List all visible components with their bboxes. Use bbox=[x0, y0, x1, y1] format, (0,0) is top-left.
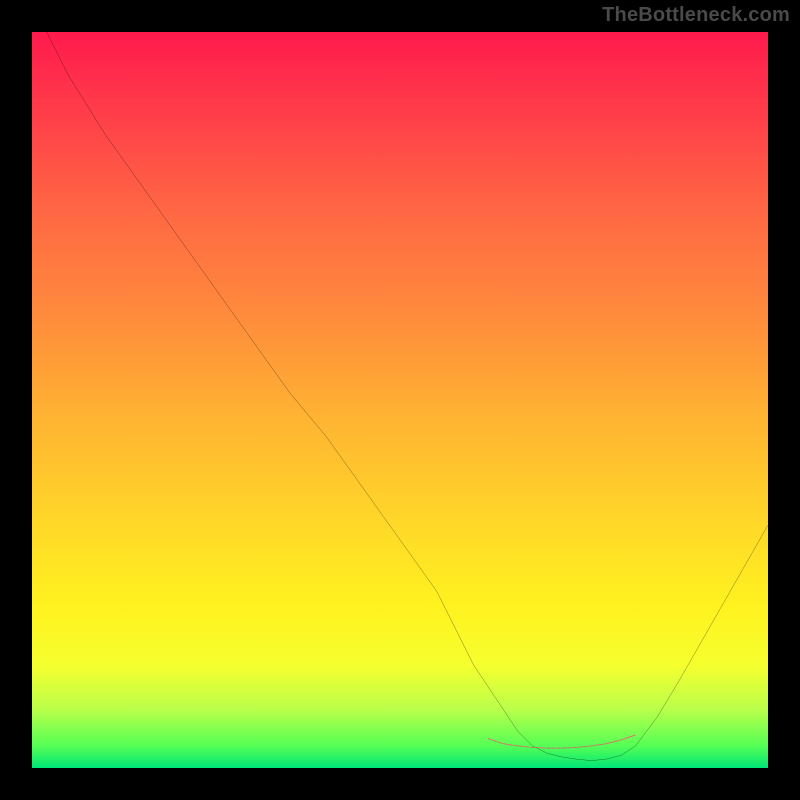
chart-svg bbox=[32, 32, 768, 768]
chart-stage: TheBottleneck.com bbox=[0, 0, 800, 800]
marker-band bbox=[488, 735, 635, 748]
plot-area bbox=[32, 32, 768, 768]
bottleneck-curve bbox=[47, 32, 768, 761]
watermark-text: TheBottleneck.com bbox=[602, 4, 790, 27]
